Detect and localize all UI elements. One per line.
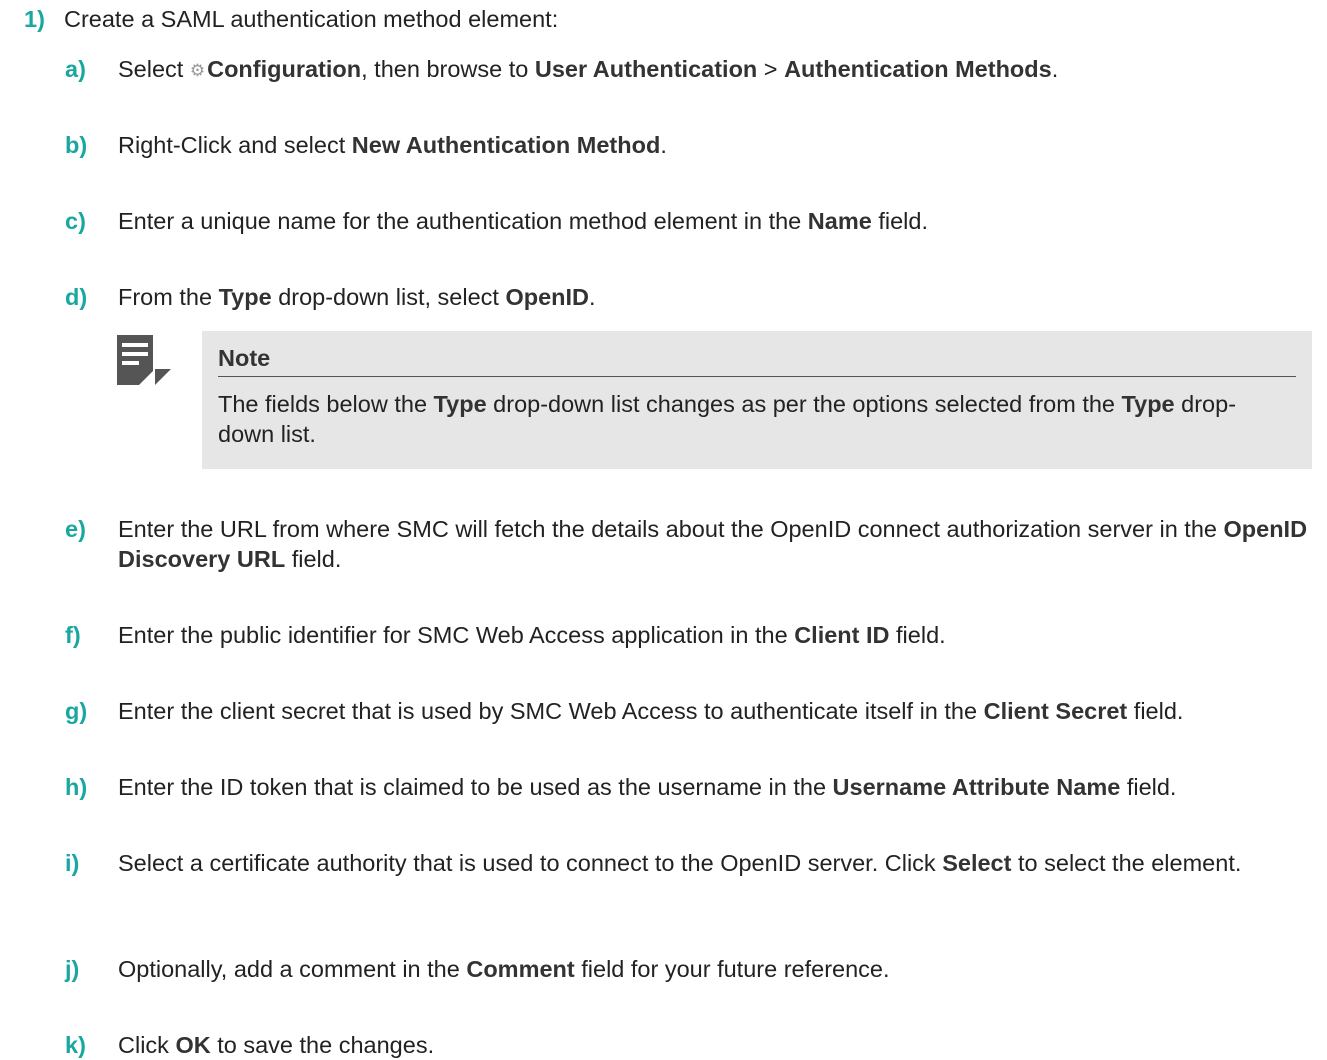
substep-letter: c): [65, 208, 86, 234]
substep-body: Enter the ID token that is claimed to be…: [118, 772, 1327, 802]
substep-text: field.: [285, 546, 342, 572]
note-body: The fields below the Type drop-down list…: [218, 389, 1292, 449]
substep-text: From the: [118, 284, 219, 310]
name-field-label: Name: [807, 208, 872, 234]
substep-text: Enter the ID token that is claimed to be…: [118, 774, 833, 800]
substep-text: field for your future reference.: [574, 956, 890, 982]
type-label: Type: [218, 284, 272, 310]
note-box: Note The fields below the Type drop-down…: [202, 331, 1312, 469]
substep-body: Click OK to save the changes.: [118, 1030, 1327, 1060]
substep-body: Select ⚙Configuration, then browse to Us…: [118, 54, 1327, 86]
authentication-methods-label: Authentication Methods: [784, 56, 1052, 82]
type-label: Type: [1121, 391, 1175, 417]
client-id-label: Client ID: [794, 622, 890, 648]
substep-text: Optionally, add a comment in the: [118, 956, 467, 982]
substep-text: , then browse to: [361, 56, 535, 82]
substep-text: Enter a unique name for the authenticati…: [118, 208, 808, 234]
substep-text: to select the element.: [1011, 850, 1242, 876]
step-text: Create a SAML authentication method elem…: [64, 6, 559, 32]
note-title: Note: [218, 345, 271, 371]
substep-text: Right-Click and select: [118, 132, 352, 158]
substep-text: Enter the client secret that is used by …: [118, 698, 984, 724]
ok-button-label: OK: [175, 1032, 211, 1058]
note-text: drop-down list changes as per the option…: [486, 391, 1122, 417]
substep-text: .: [1051, 56, 1059, 82]
substep-text: field.: [1120, 774, 1177, 800]
type-label: Type: [433, 391, 487, 417]
note-icon: [117, 335, 171, 385]
substep-text: Enter the public identifier for SMC Web …: [118, 622, 795, 648]
comment-field-label: Comment: [466, 956, 575, 982]
substep-body: From the Type drop-down list, select Ope…: [118, 282, 1327, 312]
gear-icon: ⚙: [189, 61, 206, 80]
substep-text: Select a certificate authority that is u…: [118, 850, 943, 876]
substep-text: .: [589, 284, 596, 310]
substep-letter: f): [65, 622, 81, 648]
new-authentication-method-label: New Authentication Method: [351, 132, 661, 158]
substep-text: Select: [118, 56, 190, 82]
substep-text: .: [660, 132, 667, 158]
substep-text: field.: [1127, 698, 1184, 724]
note-divider: [218, 376, 1296, 377]
substep-body: Optionally, add a comment in the Comment…: [118, 954, 1327, 984]
user-authentication-label: User Authentication: [534, 56, 758, 82]
client-secret-label: Client Secret: [983, 698, 1128, 724]
substep-text: Click: [118, 1032, 176, 1058]
select-button-label: Select: [942, 850, 1012, 876]
substep-text: field.: [889, 622, 946, 648]
substep-text: Enter the URL from where SMC will fetch …: [118, 516, 1224, 542]
step-number: 1): [24, 6, 45, 32]
substep-text: to save the changes.: [210, 1032, 435, 1058]
configuration-label: Configuration: [207, 56, 362, 82]
substep-body: Select a certificate authority that is u…: [118, 848, 1327, 878]
substep-letter: i): [65, 850, 80, 876]
substep-text: drop-down list, select: [271, 284, 506, 310]
openid-label: OpenID: [505, 284, 590, 310]
substep-body: Enter a unique name for the authenticati…: [118, 206, 1327, 236]
substep-letter: e): [65, 516, 86, 542]
substep-letter: d): [65, 284, 88, 310]
substep-body: Enter the URL from where SMC will fetch …: [118, 514, 1327, 574]
substep-body: Enter the public identifier for SMC Web …: [118, 620, 1327, 650]
substep-letter: j): [65, 956, 80, 982]
substep-letter: h): [65, 774, 88, 800]
substep-letter: k): [65, 1032, 86, 1058]
substep-text: field.: [871, 208, 928, 234]
substep-letter: a): [65, 56, 86, 82]
substep-letter: b): [65, 132, 88, 158]
breadcrumb-separator: >: [757, 56, 785, 82]
note-text: The fields below the: [218, 391, 434, 417]
substep-body: Right-Click and select New Authenticatio…: [118, 130, 1327, 160]
substep-body: Enter the client secret that is used by …: [118, 696, 1327, 726]
substep-letter: g): [65, 698, 88, 724]
username-attribute-name-label: Username Attribute Name: [832, 774, 1121, 800]
